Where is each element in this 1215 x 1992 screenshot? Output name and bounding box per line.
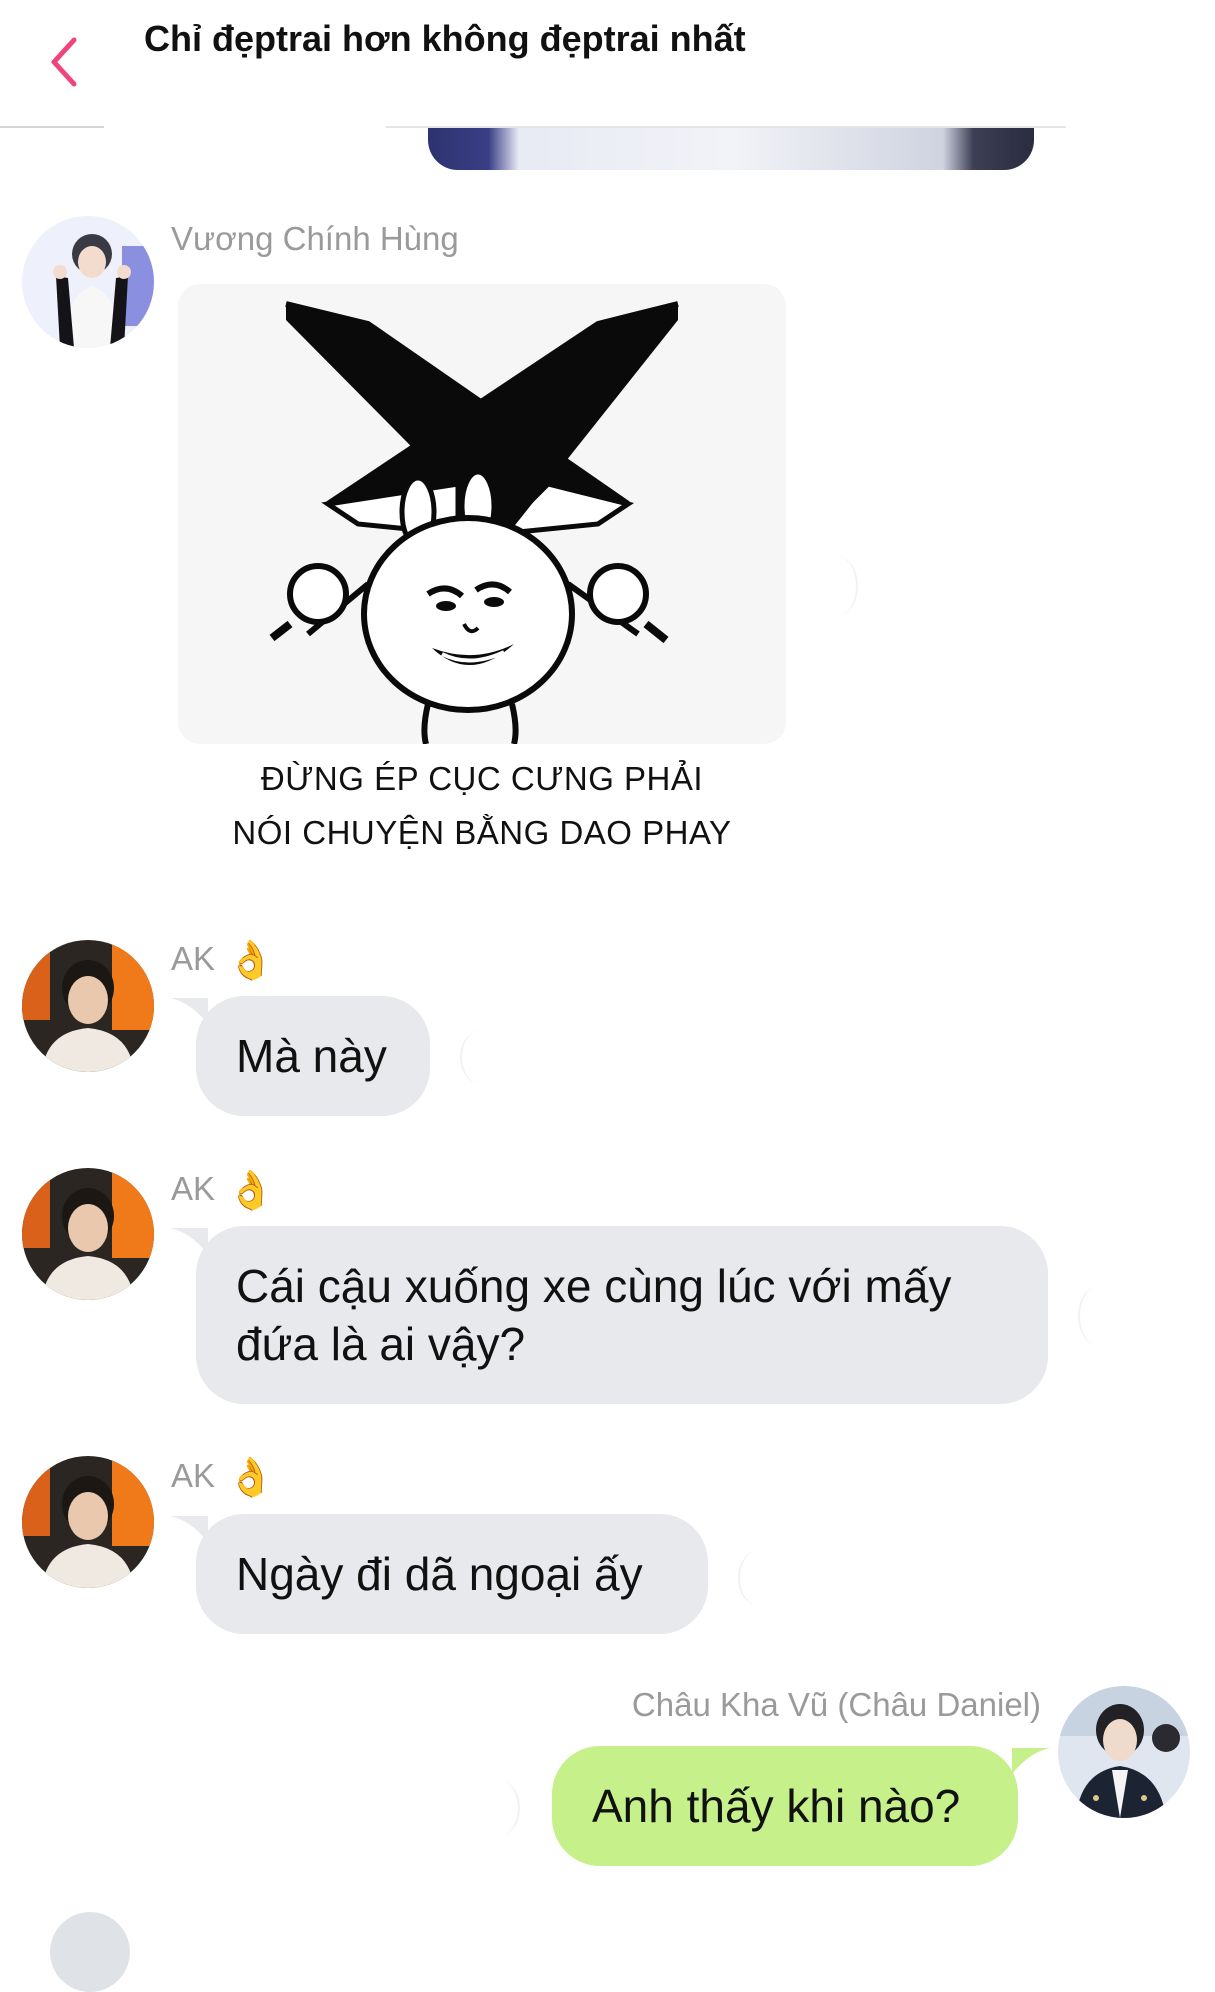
avatar-chau-kha-vu[interactable] [1058, 1686, 1190, 1818]
back-button[interactable] [38, 30, 94, 94]
avatar-image [1058, 1686, 1190, 1818]
reaction-hint [478, 1780, 520, 1836]
message-text: Mà này [236, 1030, 387, 1082]
sticker-message[interactable]: ĐỪNG ÉP CỤC CƯNG PHẢI NÓI CHUYỆN BẰNG DA… [178, 284, 786, 851]
avatar-image [22, 940, 154, 1072]
sender-name: AK 👌 [171, 1170, 274, 1210]
ok-hand-icon: 👌 [227, 940, 275, 983]
sender-name: Vương Chính Hùng [171, 220, 459, 257]
header-divider [0, 126, 104, 128]
sticker-caption: ĐỪNG ÉP CỤC CƯNG PHẢI NÓI CHUYỆN BẰNG DA… [178, 752, 786, 860]
sender-name: AK 👌 [171, 940, 274, 980]
message-text: Ngày đi dã ngoại ấy [236, 1548, 643, 1600]
sender-name: Châu Kha Vũ (Châu Daniel) [631, 1686, 1041, 1723]
header-divider [386, 126, 1066, 128]
avatar-image [22, 1456, 154, 1588]
previous-image-message[interactable] [428, 128, 1034, 170]
reaction-hint [460, 1030, 502, 1084]
message-text: Anh thấy khi nào? [592, 1780, 961, 1832]
avatar-ak[interactable] [22, 1168, 154, 1300]
sender-name-text: AK [171, 1457, 216, 1494]
message-text-line: đứa là ai vậy? [236, 1318, 526, 1370]
message-bubble[interactable]: Anh thấy khi nào? [552, 1746, 1018, 1866]
avatar-next[interactable] [50, 1912, 130, 1992]
reaction-hint [1078, 1286, 1120, 1346]
sender-name-text: AK [171, 940, 216, 977]
reaction-hint [816, 556, 858, 616]
sender-name: AK 👌 [171, 1457, 274, 1497]
avatar-vuong-chinh-hung[interactable] [22, 216, 154, 348]
avatar-ak[interactable] [22, 1456, 154, 1588]
message-bubble[interactable]: Cái cậu xuống xe cùng lúc với mấy đứa là… [196, 1226, 1048, 1404]
sticker-caption-line: ĐỪNG ÉP CỤC CƯNG PHẢI [260, 760, 704, 797]
ok-hand-icon: 👌 [227, 1457, 275, 1500]
chat-header: Chỉ đẹptrai hơn không đẹptrai nhất [0, 0, 1215, 128]
bubble-tail [1012, 1748, 1050, 1774]
message-bubble[interactable]: Ngày đi dã ngoại ấy [196, 1514, 708, 1634]
avatar-ak[interactable] [22, 940, 154, 1072]
sticker-image [269, 301, 679, 744]
sender-name-text: AK [171, 1170, 216, 1207]
message-bubble[interactable]: Mà này [196, 996, 430, 1116]
message-text-line: Cái cậu xuống xe cùng lúc với mấy [236, 1260, 952, 1312]
chevron-left-icon [51, 37, 77, 87]
reaction-hint [738, 1550, 780, 1606]
avatar-image [22, 1168, 154, 1300]
ok-hand-icon: 👌 [227, 1170, 275, 1213]
chat-title[interactable]: Chỉ đẹptrai hơn không đẹptrai nhất [144, 18, 746, 60]
avatar-image [22, 216, 154, 348]
sticker-caption-line: NÓI CHUYỆN BẰNG DAO PHAY [232, 814, 732, 851]
